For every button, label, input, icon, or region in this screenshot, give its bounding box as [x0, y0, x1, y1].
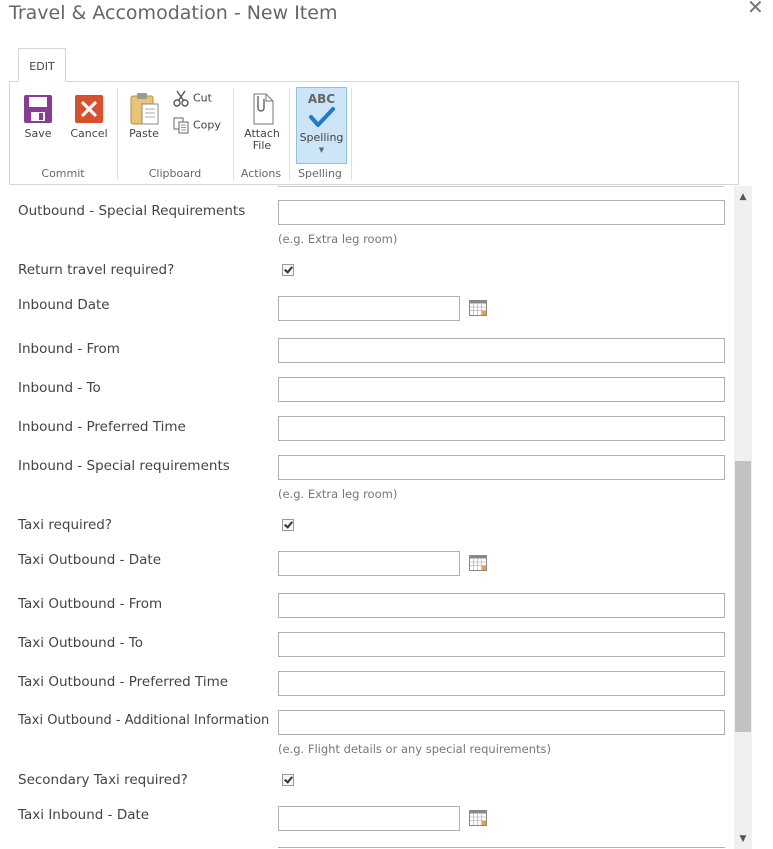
form-scroll-area: Outbound - Special Requirements (e.g. Ex…: [0, 186, 734, 849]
inbound-from-label: Inbound - From: [18, 341, 120, 357]
clipboard-group-label: Clipboard: [148, 167, 202, 180]
cancel-icon: [75, 95, 103, 123]
paste-icon: [130, 93, 159, 125]
taxi-out-to-label: Taxi Outbound - To: [18, 635, 143, 651]
inbound-from-input[interactable]: [278, 338, 725, 363]
spelling-dropdown-icon: ▼: [318, 146, 325, 154]
return-required-label: Return travel required?: [18, 262, 175, 278]
taxi-out-to-input[interactable]: [278, 632, 725, 657]
attach-file-button[interactable]: Attach File: [240, 92, 284, 152]
calendar-icon[interactable]: [469, 300, 487, 316]
taxi-out-time-label: Taxi Outbound - Preferred Time: [18, 674, 229, 690]
spelling-abc-text: ABC: [307, 92, 336, 106]
attach-label-line2: File: [252, 139, 272, 152]
cut-label: Cut: [193, 91, 212, 105]
taxi-required-checkbox[interactable]: [282, 519, 294, 531]
ribbon-divider: [351, 88, 352, 180]
taxi-out-info-label: Taxi Outbound - Additional Information: [18, 713, 270, 728]
spelling-check-icon: ABC: [297, 88, 346, 132]
save-label: Save: [24, 127, 52, 140]
secondary-taxi-checkbox[interactable]: [282, 774, 294, 786]
dialog-title: Travel & Accomodation - New Item: [9, 2, 338, 24]
save-icon: [24, 95, 52, 123]
return-required-checkbox[interactable]: [282, 264, 294, 276]
taxi-out-from-input[interactable]: [278, 593, 725, 618]
commit-group: Save Cancel Commit: [10, 82, 116, 184]
inbound-time-input[interactable]: [278, 416, 725, 441]
calendar-icon[interactable]: [469, 810, 487, 826]
attachment-icon: [253, 93, 274, 125]
inbound-date-label: Inbound Date: [18, 297, 110, 313]
inbound-special-hint: (e.g. Extra leg room): [278, 487, 398, 501]
ribbon: Save Cancel Commit Paste Cut Copy Clipbo…: [9, 81, 739, 185]
spelling-group-label: Spelling: [298, 167, 342, 180]
taxi-out-date-label: Taxi Outbound - Date: [18, 552, 162, 568]
calendar-icon[interactable]: [469, 555, 487, 571]
inbound-time-label: Inbound - Preferred Time: [18, 419, 186, 435]
outbound-special-input[interactable]: [278, 200, 725, 225]
taxi-out-date-input[interactable]: [278, 551, 460, 576]
tab-edit[interactable]: EDIT: [18, 48, 66, 82]
taxi-in-date-input[interactable]: [278, 806, 460, 831]
inbound-to-label: Inbound - To: [18, 380, 101, 396]
inbound-special-input[interactable]: [278, 455, 725, 480]
inbound-special-label: Inbound - Special requirements: [18, 458, 230, 474]
copy-icon: [173, 117, 189, 134]
close-icon[interactable]: ✕: [747, 0, 764, 17]
cancel-button[interactable]: Cancel: [66, 94, 112, 140]
spelling-label: Spelling: [299, 131, 344, 144]
inbound-to-input[interactable]: [278, 377, 725, 402]
clipboard-group: Paste Cut Copy Clipboard: [118, 82, 232, 184]
taxi-out-info-input[interactable]: [278, 710, 725, 735]
taxi-out-info-hint: (e.g. Flight details or any special requ…: [278, 742, 551, 756]
scissors-icon: [173, 90, 189, 107]
outbound-special-hint: (e.g. Extra leg room): [278, 232, 398, 246]
vertical-scrollbar[interactable]: ▲ ▼: [734, 186, 752, 849]
outbound-special-label: Outbound - Special Requirements: [18, 203, 246, 219]
taxi-in-date-label: Taxi Inbound - Date: [18, 807, 150, 823]
scrollbar-thumb[interactable]: [735, 461, 751, 732]
copy-label: Copy: [193, 118, 221, 132]
scroll-up-arrow-icon[interactable]: ▲: [734, 188, 752, 206]
actions-group-label: Actions: [240, 167, 282, 180]
save-button[interactable]: Save: [18, 94, 58, 140]
paste-label: Paste: [129, 127, 159, 140]
actions-group: Attach File Actions: [234, 82, 288, 184]
copy-button[interactable]: Copy: [173, 117, 221, 134]
spelling-group: ABC Spelling ▼ Spelling: [290, 82, 350, 184]
taxi-required-label: Taxi required?: [18, 517, 113, 533]
scroll-down-arrow-icon[interactable]: ▼: [734, 830, 752, 848]
paste-button[interactable]: Paste: [124, 90, 164, 140]
commit-group-label: Commit: [41, 167, 85, 180]
previous-input-edge: [278, 186, 724, 187]
taxi-out-from-label: Taxi Outbound - From: [18, 596, 163, 612]
inbound-date-input[interactable]: [278, 296, 460, 321]
spelling-button[interactable]: ABC Spelling ▼: [296, 87, 347, 164]
secondary-taxi-label: Secondary Taxi required?: [18, 772, 188, 788]
taxi-out-time-input[interactable]: [278, 671, 725, 696]
cut-button[interactable]: Cut: [173, 90, 212, 107]
cancel-label: Cancel: [70, 127, 108, 140]
